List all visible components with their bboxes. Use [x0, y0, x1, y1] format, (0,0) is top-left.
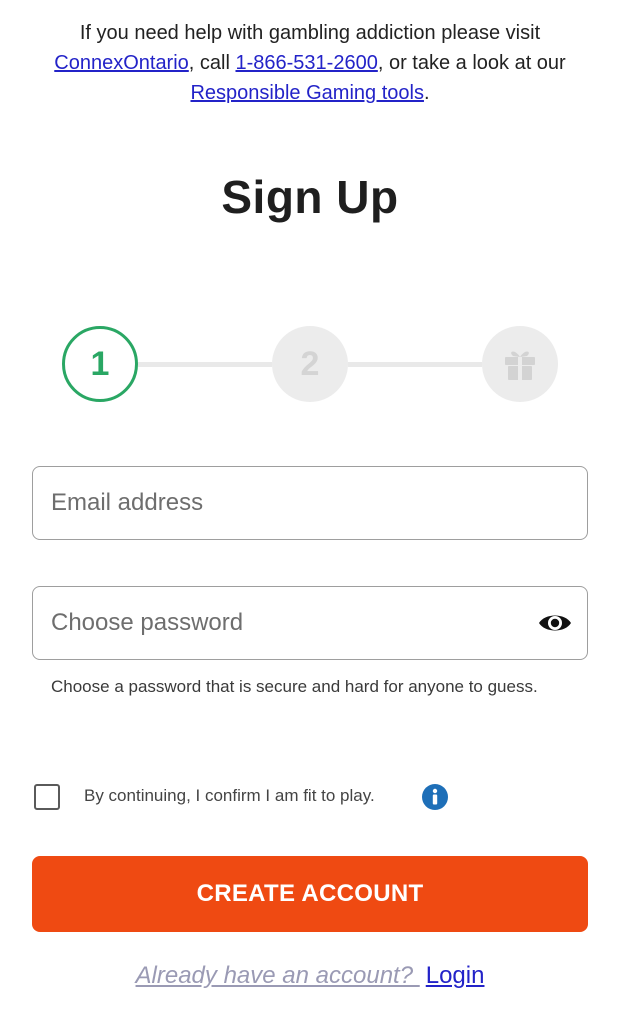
- fit-to-play-label: By continuing, I confirm I am fit to pla…: [84, 786, 375, 805]
- password-hint: Choose a password that is secure and har…: [51, 677, 538, 696]
- gift-icon: [505, 351, 535, 380]
- password-input[interactable]: [51, 587, 521, 659]
- responsible-gaming-link[interactable]: Responsible Gaming tools: [190, 82, 423, 104]
- connexontario-link[interactable]: ConnexOntario: [54, 52, 189, 74]
- stepper-connector-2: [348, 362, 482, 367]
- signup-page: If you need help with gambling addiction…: [0, 0, 620, 1024]
- notice-text-end: .: [423, 82, 430, 104]
- phone-link[interactable]: 1-866-531-2600: [235, 52, 377, 74]
- step-2-indicator: 2: [272, 326, 348, 402]
- page-title: Sign Up: [221, 171, 399, 223]
- info-icon[interactable]: [421, 783, 449, 811]
- signup-stepper: 1 2: [62, 326, 558, 402]
- step-reward-indicator: [482, 326, 558, 402]
- email-field[interactable]: [32, 466, 588, 540]
- fit-to-play-checkbox[interactable]: [34, 784, 60, 810]
- step-1-indicator: 1: [62, 326, 138, 402]
- notice-text-before: If you need help with gambling addiction…: [79, 22, 541, 44]
- login-prompt-row: Already have an account? Login: [0, 962, 620, 990]
- login-link[interactable]: Login: [426, 962, 485, 989]
- already-account-text: Already have an account?: [135, 962, 420, 989]
- create-account-button[interactable]: CREATE ACCOUNT: [32, 856, 588, 932]
- stepper-connector-1: [138, 362, 272, 367]
- gambling-help-notice: If you need help with gambling addiction…: [20, 18, 600, 108]
- password-field[interactable]: [32, 586, 588, 660]
- email-input[interactable]: [51, 467, 521, 539]
- eye-icon[interactable]: [537, 605, 573, 641]
- notice-text-look: , or take a look at our: [377, 52, 566, 74]
- notice-text-call: , call: [188, 52, 236, 74]
